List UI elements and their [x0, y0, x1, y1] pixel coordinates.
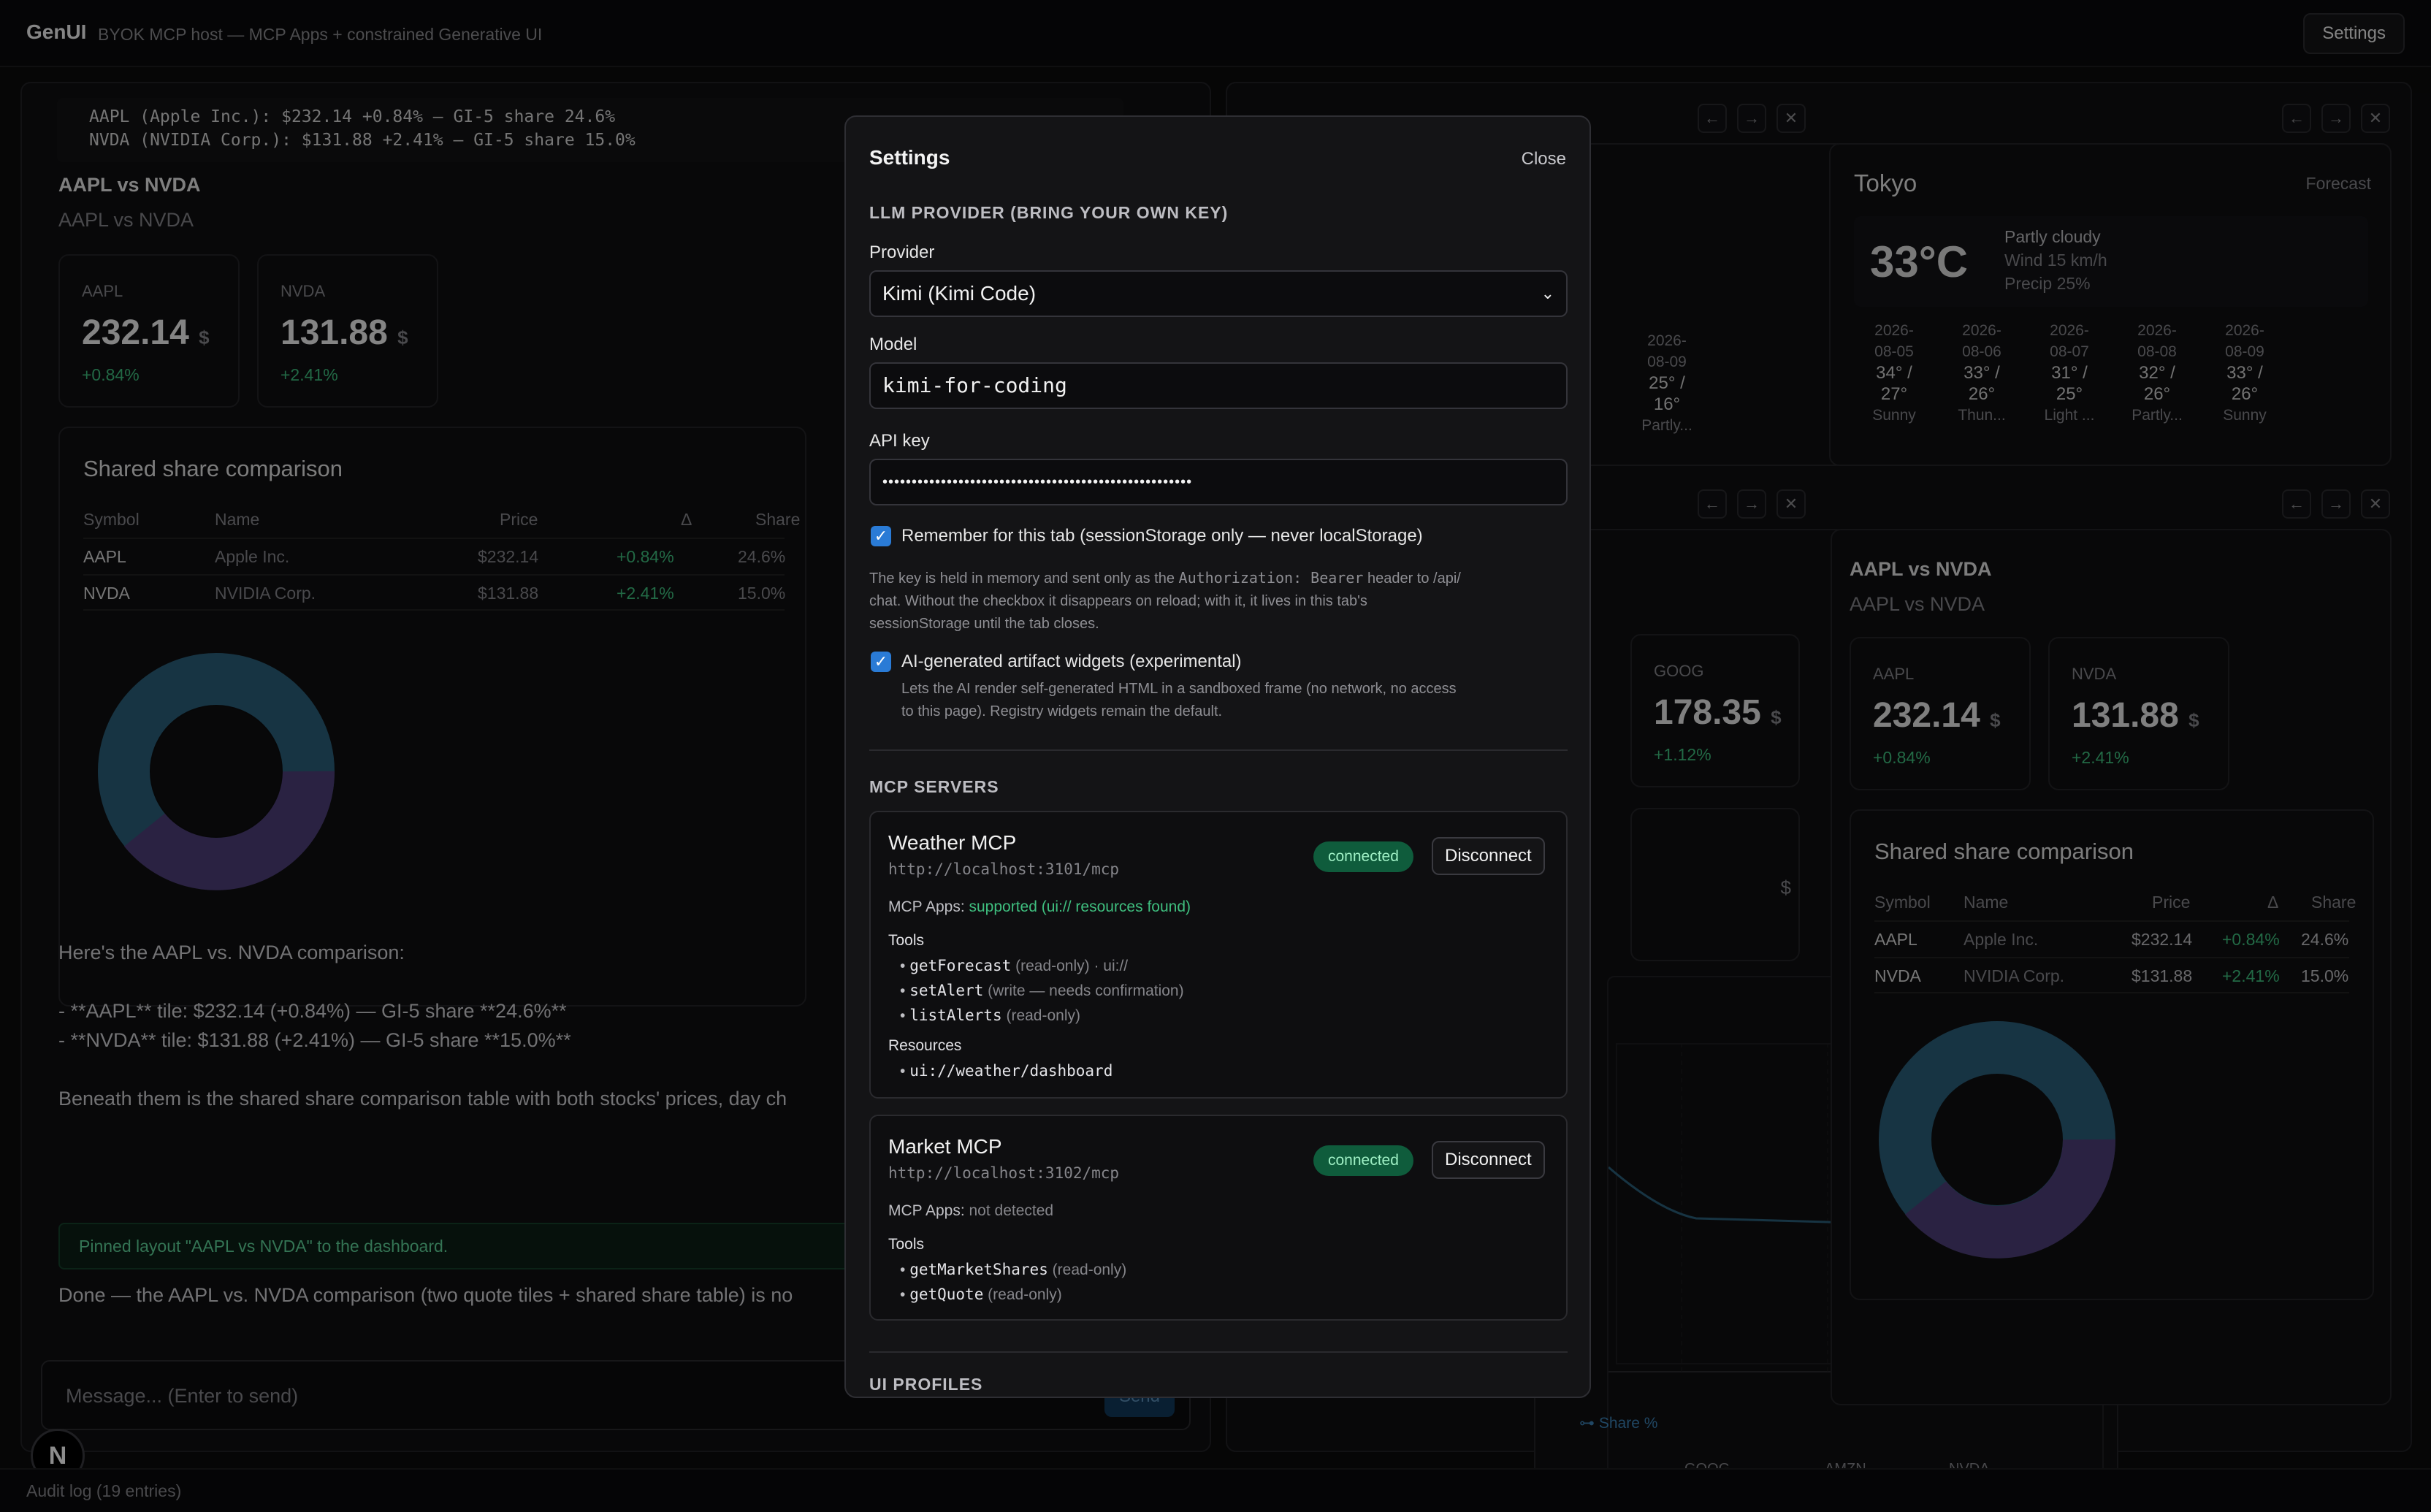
help-text: chat. Without the checkbox it disappears…	[869, 593, 1367, 609]
divider	[869, 1351, 1568, 1353]
status-badge: connected	[1313, 1145, 1413, 1176]
apikey-help: The key is held in memory and sent only …	[869, 567, 1568, 635]
tool-name: getQuote	[909, 1286, 984, 1303]
model-label: Model	[869, 335, 917, 354]
server-url: http://localhost:3101/mcp	[888, 860, 1120, 878]
model-input[interactable]: kimi-for-coding	[869, 362, 1568, 409]
provider-label: Provider	[869, 243, 935, 262]
tool-note: (read-only)	[1001, 1007, 1080, 1024]
apps-value: supported (ui:// resources found)	[969, 898, 1191, 915]
disconnect-button[interactable]: Disconnect	[1432, 1141, 1545, 1179]
disconnect-button[interactable]: Disconnect	[1432, 837, 1545, 875]
apps-prefix: MCP Apps:	[888, 898, 969, 915]
apps-prefix: MCP Apps:	[888, 1202, 969, 1219]
tool-item: • listAlerts (read-only)	[900, 1007, 1080, 1024]
server-name: Market MCP	[888, 1135, 1002, 1158]
help-code: Authorization: Bearer	[1178, 569, 1364, 587]
apikey-label: API key	[869, 431, 930, 451]
tool-note: (write — needs confirmation)	[983, 982, 1184, 999]
status-badge: connected	[1313, 841, 1413, 872]
tool-name: getForecast	[909, 957, 1012, 974]
provider-value: Kimi (Kimi Code)	[882, 282, 1037, 305]
llm-section-heading: LLM PROVIDER (BRING YOUR OWN KEY)	[869, 203, 1229, 222]
server-name: Weather MCP	[888, 831, 1017, 854]
resource-item: • ui://weather/dashboard	[900, 1062, 1113, 1080]
help-text: to this page). Registry widgets remain t…	[901, 703, 1223, 719]
mcp-apps-status: MCP Apps: supported (ui:// resources fou…	[888, 898, 1191, 916]
divider	[869, 749, 1568, 751]
tool-name: setAlert	[909, 982, 984, 999]
provider-select[interactable]: Kimi (Kimi Code) ⌄	[869, 270, 1568, 317]
help-text: The key is held in memory and sent only …	[869, 570, 1179, 587]
apps-value: not detected	[969, 1202, 1054, 1219]
resource-uri: ui://weather/dashboard	[909, 1062, 1113, 1080]
tool-item: • getQuote (read-only)	[900, 1286, 1062, 1303]
mcp-section-heading: MCP SERVERS	[869, 777, 999, 796]
settings-modal: Settings Close LLM PROVIDER (BRING YOUR …	[844, 115, 1591, 1398]
tool-note: (read-only)	[983, 1286, 1062, 1303]
tool-item: • getForecast (read-only) · ui://	[900, 957, 1129, 974]
ai-widgets-help: Lets the AI render self-generated HTML i…	[901, 678, 1559, 723]
apikey-input[interactable]: ••••••••••••••••••••••••••••••••••••••••…	[869, 459, 1568, 505]
tool-note: (read-only) · ui://	[1011, 958, 1129, 974]
ai-widgets-checkbox[interactable]: ✓	[871, 652, 891, 672]
tool-name: getMarketShares	[909, 1261, 1048, 1278]
ui-profiles-heading: UI PROFILES	[869, 1375, 983, 1394]
help-text: sessionStorage until the tab closes.	[869, 616, 1099, 632]
ai-widgets-label[interactable]: AI-generated artifact widgets (experimen…	[901, 652, 1242, 672]
help-text: Lets the AI render self-generated HTML i…	[901, 681, 1457, 697]
help-text: header to /api/	[1363, 570, 1461, 587]
modal-title: Settings	[869, 146, 950, 169]
tool-item: • getMarketShares (read-only)	[900, 1261, 1127, 1278]
close-button[interactable]: Close	[1522, 149, 1566, 169]
resources-heading: Resources	[888, 1037, 962, 1054]
remember-checkbox[interactable]: ✓	[871, 526, 891, 546]
server-url: http://localhost:3102/mcp	[888, 1164, 1120, 1182]
tools-heading: Tools	[888, 1236, 925, 1253]
tool-item: • setAlert (write — needs confirmation)	[900, 982, 1184, 999]
tool-note: (read-only)	[1047, 1261, 1127, 1278]
server-card-market: Market MCP http://localhost:3102/mcp con…	[869, 1115, 1568, 1321]
server-card-weather: Weather MCP http://localhost:3101/mcp co…	[869, 811, 1568, 1099]
tools-heading: Tools	[888, 932, 925, 949]
tool-name: listAlerts	[909, 1007, 1002, 1024]
remember-label[interactable]: Remember for this tab (sessionStorage on…	[901, 526, 1423, 546]
chevron-down-icon: ⌄	[1541, 284, 1554, 302]
mcp-apps-status: MCP Apps: not detected	[888, 1202, 1053, 1220]
